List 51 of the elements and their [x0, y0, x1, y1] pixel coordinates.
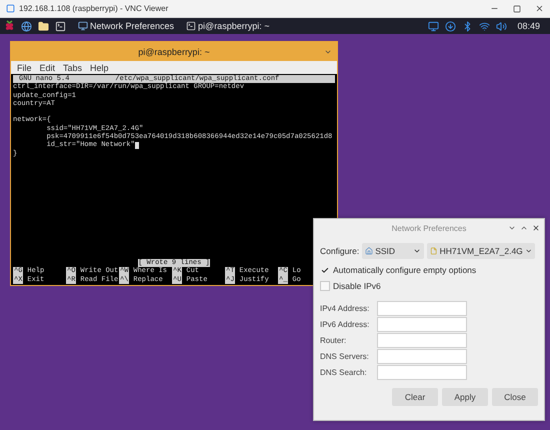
minimize-icon[interactable] [508, 224, 516, 232]
vnc-icon[interactable] [428, 20, 440, 32]
input-field[interactable] [377, 349, 467, 364]
field-label: DNS Servers: [320, 352, 370, 361]
input-field[interactable] [377, 365, 467, 380]
field-label: Router: [320, 336, 348, 345]
checkbox-label: Automatically configure empty options [333, 265, 476, 275]
window-title: pi@raspberrypi: ~ [138, 46, 210, 56]
menu-item[interactable]: File [17, 62, 32, 72]
wifi-icon[interactable] [479, 20, 490, 32]
maximize-icon[interactable] [513, 4, 521, 12]
file-icon [430, 247, 438, 255]
caret-icon [413, 247, 422, 255]
menu-item[interactable]: Tabs [63, 62, 82, 72]
field-label: DNS Search: [320, 368, 368, 377]
dialog-button[interactable]: Clear [392, 388, 438, 406]
window-title: 192.168.1.108 (raspberrypi) - VNC Viewer [19, 4, 170, 13]
dialog-button[interactable]: Close [492, 388, 538, 406]
close-icon[interactable] [532, 224, 540, 232]
clock: 08:49 [517, 21, 540, 31]
bluetooth-icon[interactable] [462, 20, 474, 32]
window-title: Network Preferences [392, 224, 466, 233]
volume-icon[interactable] [496, 20, 508, 32]
network-icon [78, 21, 88, 31]
maximize-icon[interactable] [520, 224, 528, 232]
terminal-icon[interactable] [55, 20, 66, 32]
terminal-icon [186, 21, 196, 31]
checkbox[interactable] [320, 265, 330, 275]
dialog-button[interactable]: Apply [442, 388, 488, 406]
checkbox[interactable] [320, 281, 330, 291]
folder-icon[interactable] [38, 20, 49, 32]
checkbox-label: Disable IPv6 [333, 281, 381, 291]
configure-label: Configure: [320, 246, 360, 256]
close-icon[interactable] [535, 4, 544, 13]
globe-icon[interactable] [21, 20, 32, 32]
menu-item[interactable]: Help [90, 62, 109, 72]
taskbar-task[interactable]: Network Preferences [78, 21, 174, 31]
house-icon [365, 247, 374, 255]
type-dropdown[interactable]: SSID [362, 243, 424, 259]
chevron-down-icon[interactable] [324, 48, 332, 56]
menu-item[interactable]: Edit [40, 62, 56, 72]
input-field[interactable] [377, 317, 467, 332]
input-field[interactable] [377, 333, 467, 348]
network-dropdown[interactable]: HH71VM_E2A7_2.4G [427, 243, 536, 259]
taskbar-task[interactable]: pi@raspberrypi: ~ [186, 21, 270, 31]
raspberry-icon[interactable] [4, 20, 15, 32]
download-icon[interactable] [445, 20, 456, 32]
input-field[interactable] [377, 301, 467, 316]
field-label: IPv6 Address: [320, 320, 370, 329]
caret-icon [524, 247, 532, 255]
field-label: IPv4 Address: [320, 304, 370, 313]
